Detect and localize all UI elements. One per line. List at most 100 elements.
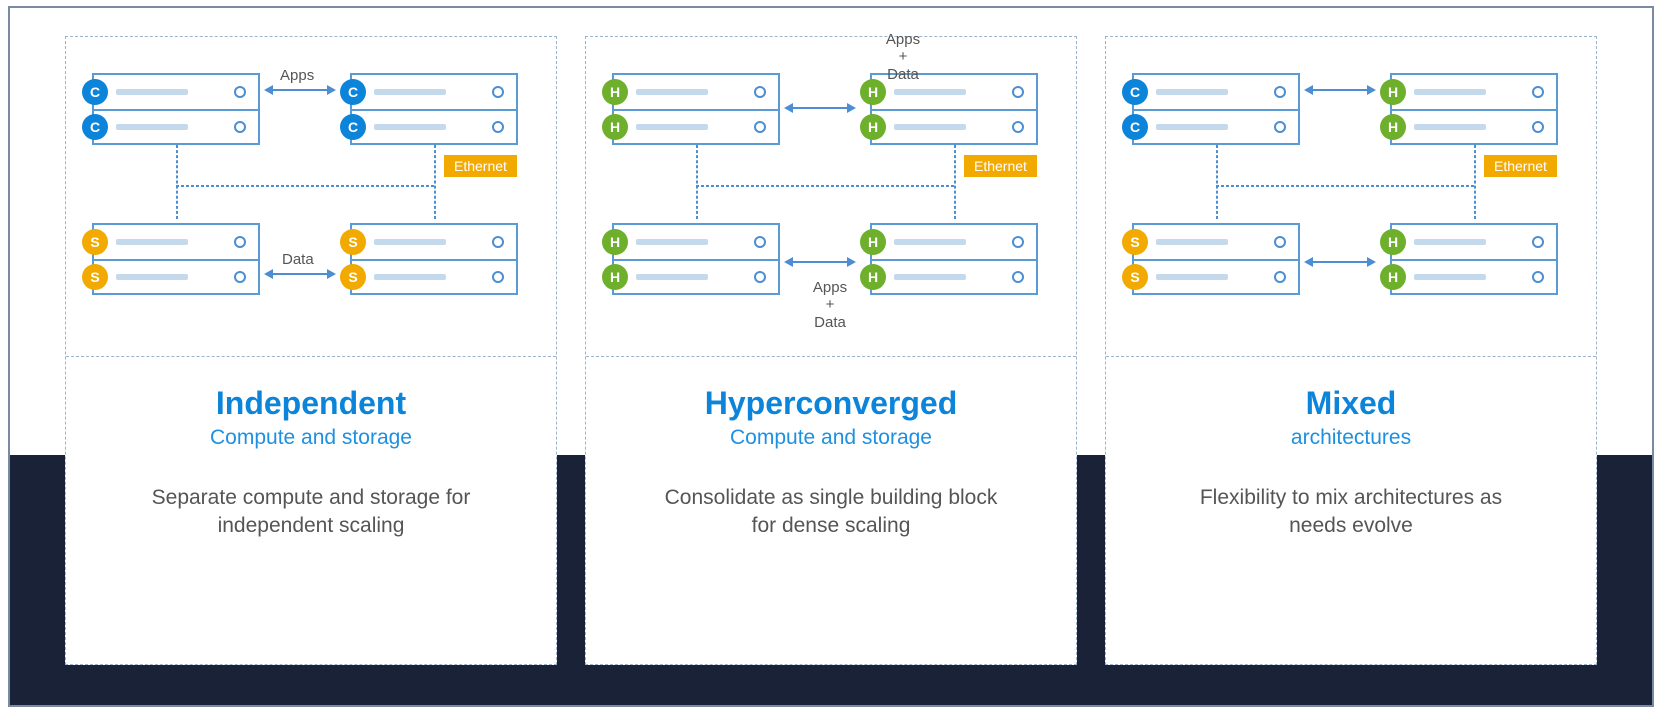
data-label: Data bbox=[282, 251, 314, 268]
drive-bar-icon bbox=[1414, 124, 1486, 130]
bidirectional-arrow-icon bbox=[786, 107, 854, 109]
bidirectional-arrow-icon bbox=[266, 89, 334, 91]
server-unit: C bbox=[94, 75, 258, 109]
server-unit: S bbox=[1134, 225, 1298, 259]
power-ring-icon bbox=[1274, 121, 1286, 133]
outer-frame: C C C C S S S S Apps Data bbox=[8, 6, 1654, 707]
server-unit: H bbox=[1392, 259, 1556, 293]
cards-row: C C C C S S S S Apps Data bbox=[65, 36, 1597, 665]
card-description: Separate compute and storage for indepen… bbox=[131, 484, 491, 541]
bidirectional-arrow-icon bbox=[786, 261, 854, 263]
drive-bar-icon bbox=[636, 239, 708, 245]
server-unit: H bbox=[872, 259, 1036, 293]
dashed-link bbox=[696, 145, 698, 219]
power-ring-icon bbox=[1012, 86, 1024, 98]
power-ring-icon bbox=[754, 121, 766, 133]
drive-bar-icon bbox=[1156, 89, 1228, 95]
apps-data-label: Apps + Data bbox=[868, 31, 938, 83]
server-stack: H H bbox=[1390, 73, 1558, 145]
drive-bar-icon bbox=[1156, 274, 1228, 280]
drive-bar-icon bbox=[1156, 239, 1228, 245]
card-title: Independent bbox=[216, 385, 406, 422]
drive-bar-icon bbox=[1414, 89, 1486, 95]
card-subtitle: Compute and storage bbox=[210, 426, 412, 450]
power-ring-icon bbox=[234, 121, 246, 133]
ethernet-label: Ethernet bbox=[444, 155, 517, 177]
server-unit: S bbox=[94, 259, 258, 293]
drive-bar-icon bbox=[636, 89, 708, 95]
hyperconverged-badge: H bbox=[1380, 264, 1406, 290]
power-ring-icon bbox=[1532, 86, 1544, 98]
bidirectional-arrow-icon bbox=[266, 273, 334, 275]
server-unit: H bbox=[1392, 109, 1556, 143]
ethernet-label: Ethernet bbox=[964, 155, 1037, 177]
hyperconverged-badge: H bbox=[602, 79, 628, 105]
dashed-link bbox=[954, 145, 956, 219]
storage-badge: S bbox=[82, 229, 108, 255]
card-title: Mixed bbox=[1306, 385, 1397, 422]
storage-badge: S bbox=[82, 264, 108, 290]
power-ring-icon bbox=[1274, 236, 1286, 248]
server-stack: C C bbox=[92, 73, 260, 145]
diagram-mixed: C C H H S S H H bbox=[1106, 37, 1596, 357]
dashed-link bbox=[696, 185, 954, 187]
server-stack: H H bbox=[612, 223, 780, 295]
power-ring-icon bbox=[1532, 236, 1544, 248]
hyperconverged-badge: H bbox=[860, 264, 886, 290]
server-unit: H bbox=[614, 225, 778, 259]
bidirectional-arrow-icon bbox=[1306, 89, 1374, 91]
server-unit: H bbox=[614, 259, 778, 293]
card-text: Independent Compute and storage Separate… bbox=[66, 357, 556, 664]
power-ring-icon bbox=[1012, 236, 1024, 248]
drive-bar-icon bbox=[116, 274, 188, 280]
compute-badge: C bbox=[340, 79, 366, 105]
drive-bar-icon bbox=[116, 239, 188, 245]
card-description: Flexibility to mix architectures as need… bbox=[1171, 484, 1531, 541]
power-ring-icon bbox=[492, 236, 504, 248]
power-ring-icon bbox=[492, 86, 504, 98]
card-independent: C C C C S S S S Apps Data bbox=[65, 36, 557, 665]
compute-badge: C bbox=[1122, 114, 1148, 140]
power-ring-icon bbox=[1274, 271, 1286, 283]
power-ring-icon bbox=[1012, 121, 1024, 133]
apps-label: Apps bbox=[280, 67, 314, 84]
server-stack: H H bbox=[870, 223, 1038, 295]
power-ring-icon bbox=[234, 86, 246, 98]
server-unit: H bbox=[614, 75, 778, 109]
power-ring-icon bbox=[234, 236, 246, 248]
drive-bar-icon bbox=[374, 239, 446, 245]
card-subtitle: Compute and storage bbox=[730, 426, 932, 450]
dashed-link bbox=[176, 145, 178, 219]
server-unit: C bbox=[94, 109, 258, 143]
power-ring-icon bbox=[754, 271, 766, 283]
drive-bar-icon bbox=[894, 89, 966, 95]
hyperconverged-badge: H bbox=[1380, 79, 1406, 105]
card-mixed: C C H H S S H H bbox=[1105, 36, 1597, 665]
server-unit: C bbox=[1134, 109, 1298, 143]
server-unit: C bbox=[1134, 75, 1298, 109]
hyperconverged-badge: H bbox=[860, 114, 886, 140]
power-ring-icon bbox=[754, 86, 766, 98]
server-unit: H bbox=[1392, 75, 1556, 109]
drive-bar-icon bbox=[116, 89, 188, 95]
power-ring-icon bbox=[492, 121, 504, 133]
storage-badge: S bbox=[1122, 264, 1148, 290]
compute-badge: C bbox=[1122, 79, 1148, 105]
apps-data-label: Apps + Data bbox=[800, 279, 860, 331]
power-ring-icon bbox=[1532, 271, 1544, 283]
server-unit: S bbox=[94, 225, 258, 259]
drive-bar-icon bbox=[116, 124, 188, 130]
power-ring-icon bbox=[1012, 271, 1024, 283]
server-stack: S S bbox=[350, 223, 518, 295]
card-subtitle: architectures bbox=[1291, 426, 1411, 450]
dashed-link bbox=[1216, 185, 1474, 187]
compute-badge: C bbox=[82, 114, 108, 140]
server-stack: C C bbox=[350, 73, 518, 145]
compute-badge: C bbox=[340, 114, 366, 140]
drive-bar-icon bbox=[636, 274, 708, 280]
drive-bar-icon bbox=[894, 124, 966, 130]
dashed-link bbox=[1474, 145, 1476, 219]
diagram-hyperconverged: H H H H H H H H Apps + Data Apps bbox=[586, 37, 1076, 357]
dashed-link bbox=[434, 145, 436, 219]
hyperconverged-badge: H bbox=[1380, 229, 1406, 255]
